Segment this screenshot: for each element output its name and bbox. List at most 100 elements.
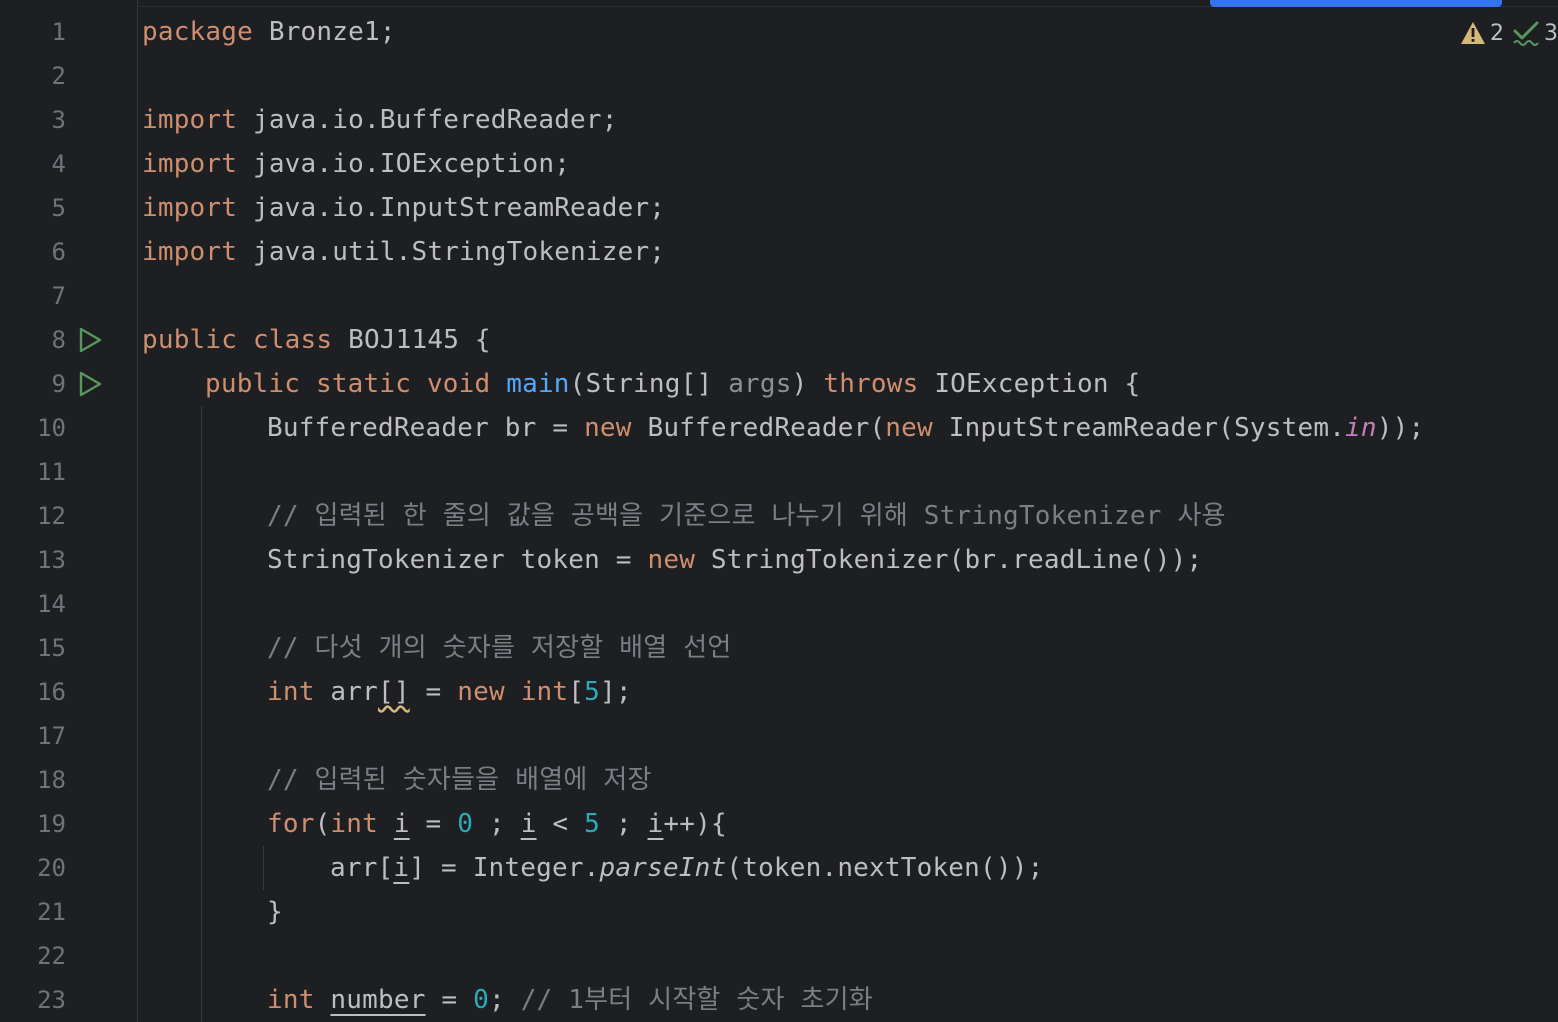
loop-variable: i bbox=[393, 853, 410, 883]
code-line-3: import java.io.BufferedReader; bbox=[142, 98, 618, 142]
line-number: 5 bbox=[51, 194, 66, 222]
line-number: 17 bbox=[37, 722, 66, 750]
keyword: import bbox=[142, 193, 238, 223]
keyword: package bbox=[142, 17, 253, 47]
static-field: in bbox=[1345, 413, 1377, 443]
keyword: int bbox=[267, 677, 315, 707]
line-number: 23 bbox=[37, 986, 66, 1014]
inspection-widget[interactable]: 2 3 bbox=[1460, 18, 1558, 48]
line-number: 9 bbox=[51, 370, 66, 398]
code-line-13: StringTokenizer token = new StringTokeni… bbox=[267, 538, 1202, 582]
keyword: new bbox=[457, 677, 505, 707]
code-text: InputStreamReader(System. bbox=[932, 413, 1346, 443]
line-number: 8 bbox=[51, 326, 66, 354]
line-number: 14 bbox=[37, 590, 66, 618]
editor-gutter[interactable]: 1 2 3 4 5 6 7 8 9 10 11 12 13 14 15 16 1… bbox=[0, 0, 138, 1022]
code-line-23: int number = 0; // 1부터 시작할 숫자 초기화 bbox=[267, 978, 873, 1022]
code-text: = bbox=[409, 809, 458, 839]
code-text: = bbox=[425, 985, 474, 1015]
code-line-21: } bbox=[267, 897, 283, 927]
code-line-4: import java.io.IOException; bbox=[142, 142, 570, 186]
keyword: import bbox=[142, 149, 238, 179]
line-number: 15 bbox=[37, 634, 66, 662]
code-line-12: // 입력된 한 줄의 값을 공백을 기준으로 나누기 위해 StringTok… bbox=[267, 501, 1226, 531]
run-main-icon[interactable] bbox=[77, 371, 103, 397]
line-number: 11 bbox=[37, 458, 66, 486]
code-text: ; bbox=[488, 985, 521, 1015]
code-text: Bronze1; bbox=[252, 17, 396, 47]
keyword: new bbox=[885, 413, 933, 443]
keyword: new bbox=[647, 545, 696, 575]
code-text: (String[] bbox=[569, 369, 729, 399]
parameter: args bbox=[728, 369, 792, 399]
code-text: ]; bbox=[599, 677, 632, 707]
code-line-8: public class BOJ1145 { bbox=[142, 318, 491, 362]
loop-variable: i bbox=[393, 809, 410, 839]
keyword: import bbox=[142, 237, 238, 267]
code-line-18: // 입력된 숫자들을 배열에 저장 bbox=[267, 765, 652, 795]
warning-triangle-icon bbox=[1461, 22, 1485, 44]
code-text: [ bbox=[568, 677, 585, 707]
code-text: arr bbox=[314, 677, 378, 707]
code-text: java.io.BufferedReader; bbox=[237, 105, 618, 135]
code-line-20: arr[i] = Integer.parseInt(token.nextToke… bbox=[330, 846, 1043, 890]
line-number: 21 bbox=[37, 898, 66, 926]
line-number: 3 bbox=[51, 106, 66, 134]
number-literal: 0 bbox=[457, 809, 474, 839]
code-text: ) bbox=[791, 369, 824, 399]
code-line-19: for(int i = 0 ; i < 5 ; i++){ bbox=[267, 802, 727, 846]
code-text: ; bbox=[599, 809, 648, 839]
code-line-16: int arr[] = new int[5]; bbox=[267, 670, 632, 714]
code-text: (token.nextToken()); bbox=[726, 853, 1044, 883]
code-area[interactable]: package Bronze1; import java.io.Buffered… bbox=[142, 0, 1558, 1022]
checks-indicator[interactable]: 3 bbox=[1512, 20, 1558, 46]
code-line-15: // 다섯 개의 숫자를 저장할 배열 선언 bbox=[267, 633, 732, 663]
code-text: java.util.StringTokenizer; bbox=[237, 237, 666, 267]
line-number: 22 bbox=[37, 942, 66, 970]
number-literal: 0 bbox=[473, 985, 489, 1015]
variable: number bbox=[330, 985, 426, 1015]
line-number: 20 bbox=[37, 854, 66, 882]
code-text: < bbox=[536, 809, 585, 839]
comment: // 1부터 시작할 숫자 초기화 bbox=[520, 985, 873, 1015]
code-text: )); bbox=[1376, 413, 1425, 443]
line-number: 1 bbox=[51, 18, 66, 46]
warnings-indicator[interactable]: 2 bbox=[1460, 21, 1504, 46]
static-method-call: parseInt bbox=[599, 853, 727, 883]
line-number: 18 bbox=[37, 766, 66, 794]
method-name: main bbox=[506, 369, 570, 399]
loop-variable: i bbox=[520, 809, 537, 839]
line-number: 19 bbox=[37, 810, 66, 838]
code-text: ] = Integer. bbox=[409, 853, 600, 883]
keyword: int bbox=[330, 809, 378, 839]
code-line-6: import java.util.StringTokenizer; bbox=[142, 230, 665, 274]
line-number: 10 bbox=[37, 414, 66, 442]
code-text: java.io.IOException; bbox=[237, 149, 571, 179]
number-literal: 5 bbox=[584, 809, 600, 839]
keyword: throws bbox=[823, 369, 919, 399]
line-number: 13 bbox=[37, 546, 66, 574]
code-line-9: public static void main(String[] args) t… bbox=[205, 362, 1140, 406]
code-text: BufferedReader br = bbox=[267, 413, 585, 443]
line-number: 6 bbox=[51, 238, 66, 266]
warning-highlight[interactable]: [] bbox=[378, 677, 410, 707]
code-text: StringTokenizer(br.readLine()); bbox=[695, 545, 1203, 575]
code-text: = bbox=[409, 677, 458, 707]
number-literal: 5 bbox=[584, 677, 600, 707]
keyword: import bbox=[142, 105, 238, 135]
warnings-count: 2 bbox=[1490, 20, 1504, 46]
keyword: public class bbox=[142, 325, 333, 355]
keyword: for bbox=[267, 809, 315, 839]
checks-count: 3 bbox=[1544, 20, 1558, 46]
run-class-icon[interactable] bbox=[77, 327, 103, 353]
code-text: IOException { bbox=[918, 369, 1141, 399]
code-editor[interactable]: 1 2 3 4 5 6 7 8 9 10 11 12 13 14 15 16 1… bbox=[0, 0, 1558, 1022]
keyword: int bbox=[267, 985, 315, 1015]
code-line-5: import java.io.InputStreamReader; bbox=[142, 186, 665, 230]
keyword: public static void bbox=[205, 369, 491, 399]
code-line-10: BufferedReader br = new BufferedReader(n… bbox=[267, 406, 1424, 450]
line-number: 2 bbox=[51, 62, 66, 90]
